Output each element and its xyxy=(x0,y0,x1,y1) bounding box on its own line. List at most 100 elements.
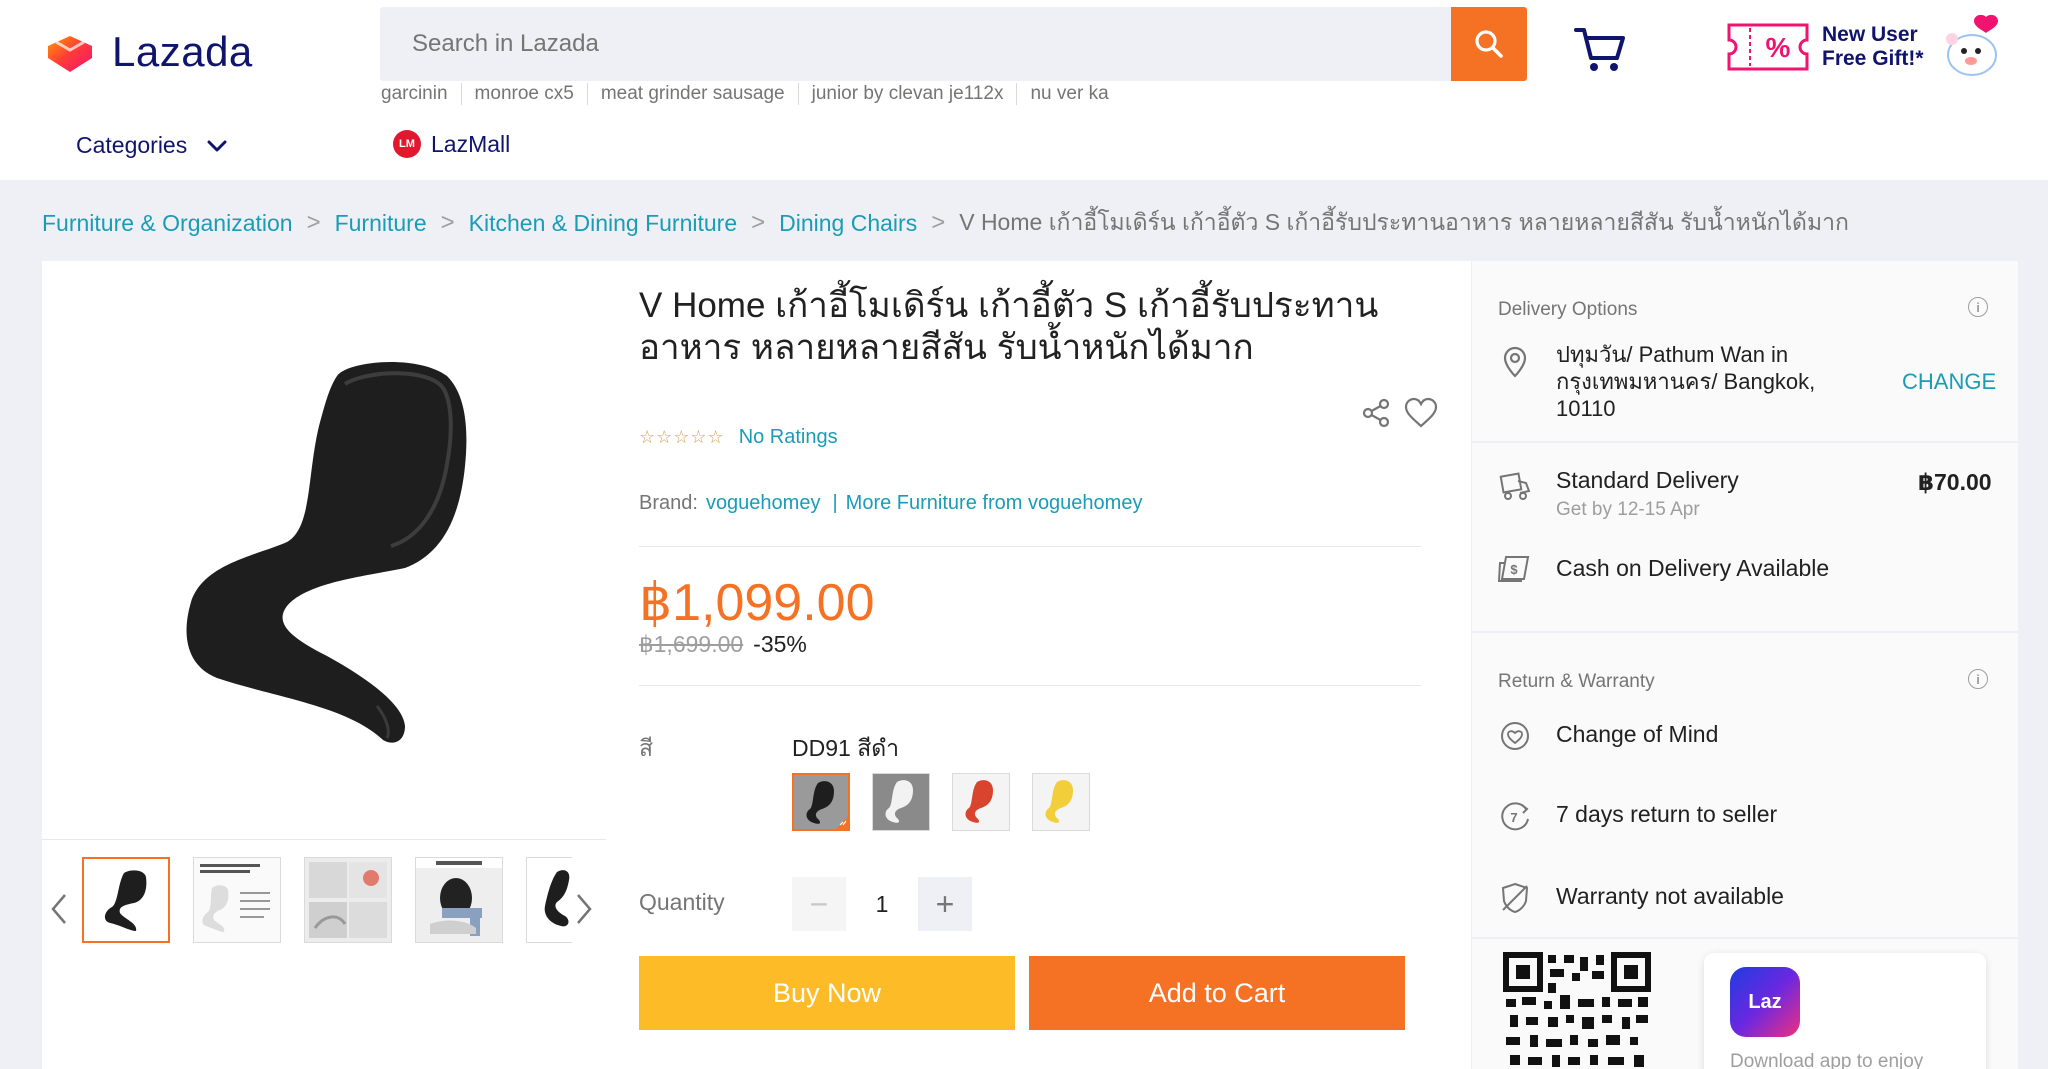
suggestion-link[interactable]: junior by clevan je112x xyxy=(797,83,1017,105)
color-swatch[interactable] xyxy=(952,773,1010,831)
new-user-promo[interactable]: % New User Free Gift!* xyxy=(1726,12,2020,82)
qr-code-icon[interactable] xyxy=(1502,951,1652,1069)
cod-label: Cash on Delivery Available xyxy=(1556,555,1830,581)
mascot-icon xyxy=(1945,14,1998,76)
suggestion-link[interactable]: monroe cx5 xyxy=(460,83,587,105)
more-from-brand-link[interactable]: More Furniture from voguehomey xyxy=(846,492,1143,515)
thumbnail-strip xyxy=(82,857,572,947)
search-button[interactable] xyxy=(1451,7,1527,81)
svg-text:7: 7 xyxy=(1510,810,1517,825)
product-main-image[interactable] xyxy=(147,306,547,766)
suggestion-link[interactable]: nu ver ka xyxy=(1016,83,1121,105)
divider xyxy=(639,685,1421,686)
standard-delivery-eta: Get by 12-15 Apr xyxy=(1556,499,1700,520)
coupon-percent: % xyxy=(1766,32,1791,63)
search-bar xyxy=(380,7,1527,81)
promo-line1: New User xyxy=(1822,23,1918,46)
original-price-row: ฿1,699.00 -35% xyxy=(639,631,807,658)
chair-white-info-thumb xyxy=(194,858,280,942)
add-to-cart-button[interactable]: Add to Cart xyxy=(1029,956,1405,1030)
breadcrumb-link[interactable]: Furniture & Organization xyxy=(42,210,293,237)
breadcrumb-separator: > xyxy=(440,209,455,236)
chair-swatch-red xyxy=(953,774,1009,830)
color-swatch[interactable] xyxy=(1032,773,1090,831)
breadcrumb-separator: > xyxy=(306,209,321,236)
color-swatch[interactable] xyxy=(872,773,930,831)
breadcrumb-link[interactable]: Dining Chairs xyxy=(779,210,917,237)
delivery-options-title: Delivery Options xyxy=(1498,299,1638,320)
thumbnail-image[interactable] xyxy=(193,857,281,943)
ratings-link[interactable]: No Ratings xyxy=(739,426,838,449)
return-warranty-title: Return & Warranty xyxy=(1498,671,1655,692)
selected-color: DD91 สีดำ xyxy=(792,735,900,761)
chevron-right-icon xyxy=(577,894,592,924)
chevron-left-icon xyxy=(51,894,66,924)
discount-badge: -35% xyxy=(753,631,807,657)
product-card: V Home เก้าอี้โมเดิร์น เก้าอี้ตัว S เก้า… xyxy=(42,261,1471,1069)
promo-line2: Free Gift!* xyxy=(1822,47,1924,70)
chair-person-thumb xyxy=(416,858,502,942)
breadcrumb-current: V Home เก้าอี้โมเดิร์น เก้าอี้ตัว S เก้า… xyxy=(959,209,1849,235)
buy-now-button[interactable]: Buy Now xyxy=(639,956,1015,1030)
thumbnail-prev-button[interactable] xyxy=(47,879,71,939)
lazada-heart-icon xyxy=(48,36,92,72)
info-icon[interactable]: i xyxy=(1968,297,1988,317)
breadcrumb-separator: > xyxy=(931,209,946,236)
search-input[interactable] xyxy=(380,7,1451,81)
delivery-truck-icon xyxy=(1499,472,1531,500)
quantity-increase-button[interactable]: + xyxy=(918,877,972,931)
chair-detail-thumb xyxy=(305,858,391,942)
color-swatch[interactable] xyxy=(792,773,850,831)
chair-swatch-white xyxy=(873,774,929,830)
site-header: Lazada % New User Free Gift!* xyxy=(0,0,2048,180)
thumbnail-image[interactable] xyxy=(304,857,392,943)
star-rating-icon: ☆☆☆☆☆ xyxy=(639,427,725,447)
standard-delivery-price: ฿70.00 xyxy=(1918,469,1992,495)
brand-row: Brand: voguehomey | More Furniture from … xyxy=(639,492,1142,515)
breadcrumb-separator: > xyxy=(751,209,766,236)
brand-link[interactable]: voguehomey xyxy=(706,492,821,515)
logo-text: Lazada xyxy=(112,28,253,75)
info-icon[interactable]: i xyxy=(1968,669,1988,689)
quantity-input[interactable]: 1 xyxy=(846,877,918,931)
breadcrumb: Furniture & Organization > Furniture > K… xyxy=(42,205,1849,241)
thumbnail-image[interactable] xyxy=(526,857,572,943)
chair-black-thumb xyxy=(104,870,147,931)
divider xyxy=(1472,937,2018,939)
chevron-down-icon xyxy=(207,140,227,151)
return-warranty-section: Return & Warranty i Change of Mind 7 7 d… xyxy=(1472,633,2018,937)
svg-text:$: $ xyxy=(1510,562,1518,577)
quantity-decrease-button[interactable]: − xyxy=(792,877,846,931)
download-app-card[interactable]: Laz Download app to enjoy xyxy=(1704,953,1986,1069)
lazada-logo[interactable]: Lazada xyxy=(42,28,253,76)
delivery-location: ปทุมวัน/ Pathum Wan in กรุงเทพมหานคร/ Ba… xyxy=(1556,342,1816,421)
delivery-sidebar: Delivery Options i ปทุมวัน/ Pathum Wan i… xyxy=(1472,261,2018,1069)
lazmall-label: LazMall xyxy=(431,130,511,157)
warranty-shield-icon xyxy=(1501,882,1529,914)
lazmall-icon: LM xyxy=(393,130,421,158)
brand-label: Brand: xyxy=(639,492,698,514)
cart-icon[interactable] xyxy=(1573,24,1627,74)
promo-text: New User Free Gift!* xyxy=(1822,23,1924,71)
delivery-methods-section: Standard Delivery Get by 12-15 Apr ฿70.0… xyxy=(1472,443,2018,631)
original-price: ฿1,699.00 xyxy=(639,631,744,657)
suggestion-link[interactable]: meat grinder sausage xyxy=(586,83,798,105)
suggestion-link[interactable]: garcinin xyxy=(381,83,461,105)
change-of-mind-label: Change of Mind xyxy=(1556,721,1719,747)
download-app-text: Download app to enjoy xyxy=(1730,1051,1924,1069)
coupon-icon: % xyxy=(1727,23,1809,71)
return-days-label: 7 days return to seller xyxy=(1556,801,1778,827)
categories-label: Categories xyxy=(76,132,188,158)
breadcrumb-link[interactable]: Kitchen & Dining Furniture xyxy=(469,210,737,237)
categories-menu[interactable]: Categories xyxy=(76,132,227,159)
divider xyxy=(639,546,1421,547)
lazada-app-icon: Laz xyxy=(1730,967,1800,1037)
thumbnail-image[interactable] xyxy=(82,857,170,943)
breadcrumb-link[interactable]: Furniture xyxy=(335,210,427,237)
lazmall-link[interactable]: LM LazMall xyxy=(393,130,510,158)
share-icon[interactable] xyxy=(1360,397,1392,429)
heart-icon[interactable] xyxy=(1404,397,1438,429)
thumbnail-next-button[interactable] xyxy=(572,879,596,939)
thumbnail-image[interactable] xyxy=(415,857,503,943)
change-location-link[interactable]: CHANGE xyxy=(1902,369,1996,395)
